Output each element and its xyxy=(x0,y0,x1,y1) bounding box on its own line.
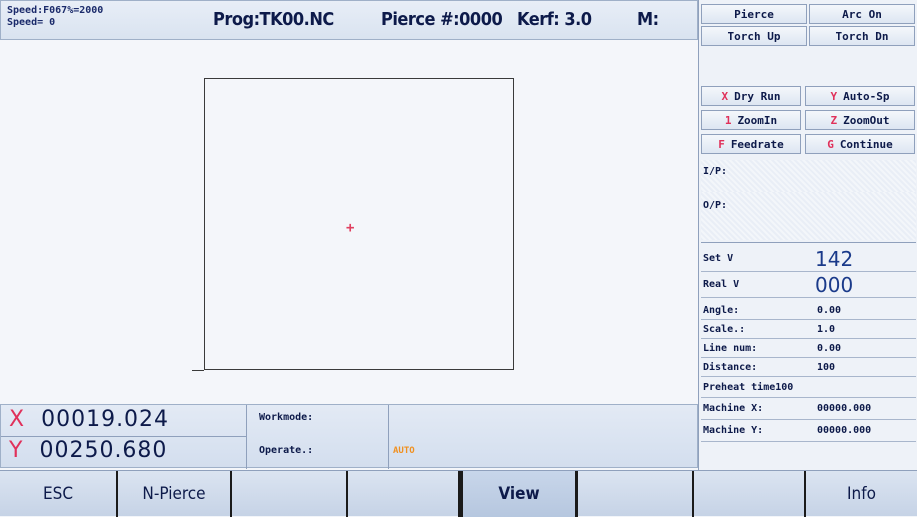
input-status: I/P: xyxy=(701,160,916,192)
machine-y-label: Machine Y: xyxy=(703,425,764,436)
coordinate-divider xyxy=(1,436,246,437)
set-voltage-label: Set V xyxy=(703,253,734,264)
scale-value: 1.0 xyxy=(817,324,836,335)
pierce-button[interactable]: Pierce xyxy=(701,4,807,24)
esc-key[interactable]: ESC xyxy=(0,471,118,517)
auto-sp-button[interactable]: Y Auto-Sp xyxy=(805,86,915,106)
zoom-out-hotkey: Z xyxy=(830,113,838,127)
machine-y-value: 00000.000 xyxy=(817,425,872,436)
preheat-value: 100 xyxy=(775,382,794,393)
preheat-row: Preheat time 100 xyxy=(701,378,916,398)
machine-x-row: Machine X: 00000.000 xyxy=(701,398,916,420)
x-coordinate-value: 00019.024 xyxy=(41,407,170,432)
scale-row: Scale.: 1.0 xyxy=(701,321,916,339)
feed-speed-setting: Speed:F067%=2000 xyxy=(7,5,104,16)
continue-label: Continue xyxy=(839,137,893,151)
program-name: Prog:TK00.NC xyxy=(213,9,334,30)
input-label: I/P: xyxy=(703,166,728,177)
scale-label: Scale.: xyxy=(703,324,746,335)
real-voltage-row: Real V 000 xyxy=(701,272,916,298)
dry-run-label: Dry Run xyxy=(734,89,781,103)
distance-label: Distance: xyxy=(703,362,758,373)
machine-x-label: Machine X: xyxy=(703,403,764,414)
feedrate-hotkey: F xyxy=(718,137,725,151)
pierce-counter: Pierce #:0000 xyxy=(381,9,503,30)
line-number-value: 0.00 xyxy=(817,343,842,354)
output-status: O/P: xyxy=(701,192,916,240)
auto-sp-label: Auto-Sp xyxy=(843,89,890,103)
output-label: O/P: xyxy=(703,200,728,211)
cnc-plasma-controller-screen: Speed:F067%=2000 Speed= 0 Prog:TK00.NC P… xyxy=(0,0,917,517)
workpiece-outline xyxy=(204,78,514,370)
zoom-out-button[interactable]: Z ZoomOut xyxy=(805,110,915,130)
angle-row: Angle: 0.00 xyxy=(701,302,916,320)
function-key-4[interactable] xyxy=(348,471,460,517)
zoom-in-hotkey: 1 xyxy=(724,113,732,127)
angle-value: 0.00 xyxy=(817,305,842,316)
current-speed: Speed= 0 xyxy=(7,17,56,28)
real-voltage-value: 000 xyxy=(815,272,854,297)
n-pierce-key[interactable]: N-Pierce xyxy=(118,471,232,517)
preheat-label: Preheat time xyxy=(703,382,776,393)
torch-position-marker-icon: + xyxy=(346,220,355,236)
function-key-bar: ESC N-Pierce View Info xyxy=(0,470,917,517)
function-key-6[interactable] xyxy=(578,471,694,517)
view-key[interactable]: View xyxy=(460,471,578,517)
set-voltage-row: Set V 142 xyxy=(701,246,916,272)
zoom-in-label: ZoomIn xyxy=(737,113,778,127)
real-voltage-label: Real V xyxy=(703,279,740,290)
distance-value: 100 xyxy=(817,362,836,373)
info-key[interactable]: Info xyxy=(806,471,917,517)
continue-hotkey: G xyxy=(827,137,834,151)
arc-on-button[interactable]: Arc On xyxy=(809,4,915,24)
line-number-row: Line num: 0.00 xyxy=(701,340,916,358)
machine-y-row: Machine Y: 00000.000 xyxy=(701,420,916,442)
zoom-in-button[interactable]: 1 ZoomIn xyxy=(701,110,801,130)
x-coordinate: X 00019.024 xyxy=(9,407,169,432)
machine-x-value: 00000.000 xyxy=(817,403,872,414)
axis-stub xyxy=(192,370,204,371)
auto-sp-hotkey: Y xyxy=(830,89,838,103)
torch-down-button[interactable]: Torch Dn xyxy=(809,26,915,46)
top-status-bar: Speed:F067%=2000 Speed= 0 Prog:TK00.NC P… xyxy=(0,0,698,40)
y-coordinate: Y 00250.680 xyxy=(9,438,167,463)
dry-run-button[interactable]: X Dry Run xyxy=(701,86,801,106)
set-voltage-value: 142 xyxy=(815,246,854,271)
feedrate-button[interactable]: F Feedrate xyxy=(701,134,801,154)
panel-separator xyxy=(701,242,916,243)
zoom-out-label: ZoomOut xyxy=(843,113,890,127)
feedrate-label: Feedrate xyxy=(730,137,784,151)
panel-divider xyxy=(246,405,247,469)
angle-label: Angle: xyxy=(703,305,740,316)
speed-readout: Speed:F067%=2000 Speed= 0 xyxy=(7,5,103,29)
workmode-label: Workmode: xyxy=(259,412,314,423)
right-control-panel: Pierce Arc On Torch Up Torch Dn X Dry Run… xyxy=(698,0,917,470)
function-key-7[interactable] xyxy=(694,471,806,517)
y-coordinate-value: 00250.680 xyxy=(39,438,168,463)
operate-mode-value: AUTO xyxy=(393,446,415,456)
m-code: M: xyxy=(637,9,659,30)
panel-divider xyxy=(388,405,389,469)
y-axis-label: Y xyxy=(9,438,24,463)
distance-row: Distance: 100 xyxy=(701,359,916,377)
coordinate-panel: X 00019.024 Y 00250.680 Workmode: Operate.… xyxy=(0,404,698,469)
x-axis-label: X xyxy=(9,407,26,432)
operate-label: Operate.: xyxy=(259,445,314,456)
torch-up-button[interactable]: Torch Up xyxy=(701,26,807,46)
continue-button[interactable]: G Continue xyxy=(805,134,915,154)
function-key-3[interactable] xyxy=(232,471,348,517)
dry-run-hotkey: X xyxy=(721,89,729,103)
kerf-value: Kerf: 3.0 xyxy=(517,9,592,30)
line-number-label: Line num: xyxy=(703,343,758,354)
graphic-canvas[interactable]: + xyxy=(0,40,698,404)
